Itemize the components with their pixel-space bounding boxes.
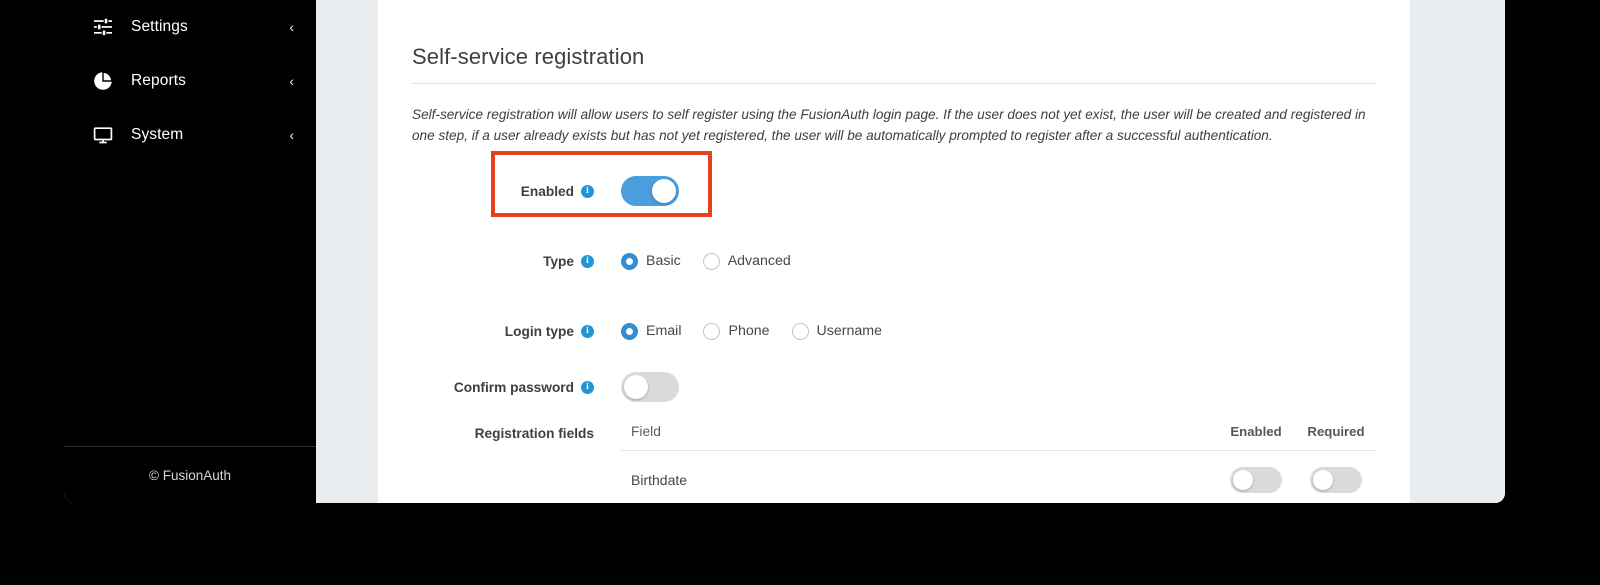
sidebar-item-settings[interactable]: Settings ‹ [64, 0, 316, 54]
login-type-label-group: Login type i [412, 324, 594, 339]
app-window: Settings ‹ Reports ‹ System ‹ © FusionAu… [64, 0, 1505, 503]
toggle-knob [652, 179, 676, 203]
toggle-knob [1233, 470, 1253, 490]
chevron-left-icon[interactable]: ‹ [289, 74, 294, 88]
info-icon[interactable]: i [581, 184, 594, 198]
radio-label: Basic [646, 253, 681, 269]
sidebar-item-system[interactable]: System ‹ [64, 108, 316, 162]
type-radio-group: Basic Advanced [621, 252, 791, 270]
radio-label: Username [816, 323, 882, 339]
field-name: Birthdate [631, 472, 688, 488]
enabled-control [594, 176, 679, 206]
radio-login-email[interactable]: Email [621, 322, 682, 340]
type-label-group: Type i [412, 254, 594, 269]
content-gutter: Self-service registration Self-service r… [316, 0, 1505, 503]
column-header-field: Field [631, 424, 661, 439]
sliders-icon [92, 16, 114, 38]
copyright-text: © FusionAuth [149, 467, 231, 483]
toggle-knob [1313, 470, 1333, 490]
sidebar-footer: © FusionAuth [64, 446, 316, 503]
radio-label: Phone [728, 323, 770, 339]
column-header-required: Required [1307, 424, 1365, 439]
type-control: Basic Advanced [594, 252, 791, 270]
form-row-type: Type i Basic Advanced [412, 244, 1376, 278]
radio-label: Advanced [727, 253, 791, 269]
table-header-row: Field Enabled Required [621, 424, 1376, 451]
page-description: Self-service registration will allow use… [412, 107, 1366, 143]
form-row-registration-fields: Registration fields Field Enabled Requir… [412, 424, 1376, 503]
radio-label: Email [646, 323, 682, 339]
registration-fields-control: Field Enabled Required Birthdate [594, 424, 1376, 503]
info-icon[interactable]: i [581, 324, 594, 338]
settings-card: Self-service registration Self-service r… [378, 0, 1410, 503]
chevron-left-icon[interactable]: ‹ [289, 20, 294, 34]
confirm-password-toggle[interactable] [621, 372, 679, 402]
registration-fields-label-group: Registration fields [412, 424, 594, 441]
toggle-knob [624, 375, 648, 399]
enabled-label-group: Enabled i [412, 184, 594, 199]
table-row: Birthdate [621, 451, 1376, 503]
field-enabled-cell [1216, 467, 1296, 493]
field-enabled-toggle[interactable] [1230, 467, 1282, 493]
radio-type-advanced[interactable]: Advanced [702, 252, 791, 270]
sidebar-item-label: System [131, 126, 184, 143]
sidebar-nav: Settings ‹ Reports ‹ System ‹ [64, 0, 316, 162]
column-header-enabled: Enabled [1230, 424, 1282, 439]
page-title: Self-service registration [412, 0, 1376, 84]
type-label: Type [543, 253, 574, 269]
radio-mark-icon [791, 322, 809, 340]
confirm-password-label-group: Confirm password i [412, 380, 594, 395]
radio-mark-icon [621, 252, 638, 270]
pie-chart-icon [92, 70, 114, 92]
info-icon[interactable]: i [581, 380, 594, 394]
confirm-password-label: Confirm password [453, 379, 574, 395]
radio-login-username[interactable]: Username [791, 322, 882, 340]
form-row-login-type: Login type i Email Phone Username [412, 314, 1376, 348]
enabled-toggle[interactable] [621, 176, 679, 206]
self-service-registration-form: Enabled i Type i Basic Advanced Login ty… [412, 146, 1376, 503]
sidebar-item-reports[interactable]: Reports ‹ [64, 54, 316, 108]
login-type-label: Login type [504, 323, 574, 339]
registration-fields-label: Registration fields [474, 426, 594, 441]
form-row-enabled: Enabled i [412, 174, 1376, 208]
enabled-label: Enabled [520, 183, 574, 199]
field-required-toggle[interactable] [1310, 467, 1362, 493]
radio-type-basic[interactable]: Basic [621, 252, 681, 270]
info-icon[interactable]: i [581, 254, 594, 268]
sidebar: Settings ‹ Reports ‹ System ‹ © FusionAu… [64, 0, 316, 503]
login-type-control: Email Phone Username [594, 322, 882, 340]
radio-mark-icon [702, 252, 720, 270]
radio-login-phone[interactable]: Phone [703, 322, 770, 340]
form-row-confirm-password: Confirm password i [412, 370, 1376, 404]
monitor-icon [92, 124, 114, 146]
confirm-password-control [594, 372, 679, 402]
login-type-radio-group: Email Phone Username [621, 322, 882, 340]
field-required-cell [1296, 467, 1376, 493]
sidebar-item-label: Reports [131, 72, 186, 89]
radio-mark-icon [621, 322, 638, 340]
sidebar-item-label: Settings [131, 18, 188, 35]
chevron-left-icon[interactable]: ‹ [289, 128, 294, 142]
registration-fields-table: Field Enabled Required Birthdate [621, 424, 1376, 503]
radio-mark-icon [703, 322, 721, 340]
